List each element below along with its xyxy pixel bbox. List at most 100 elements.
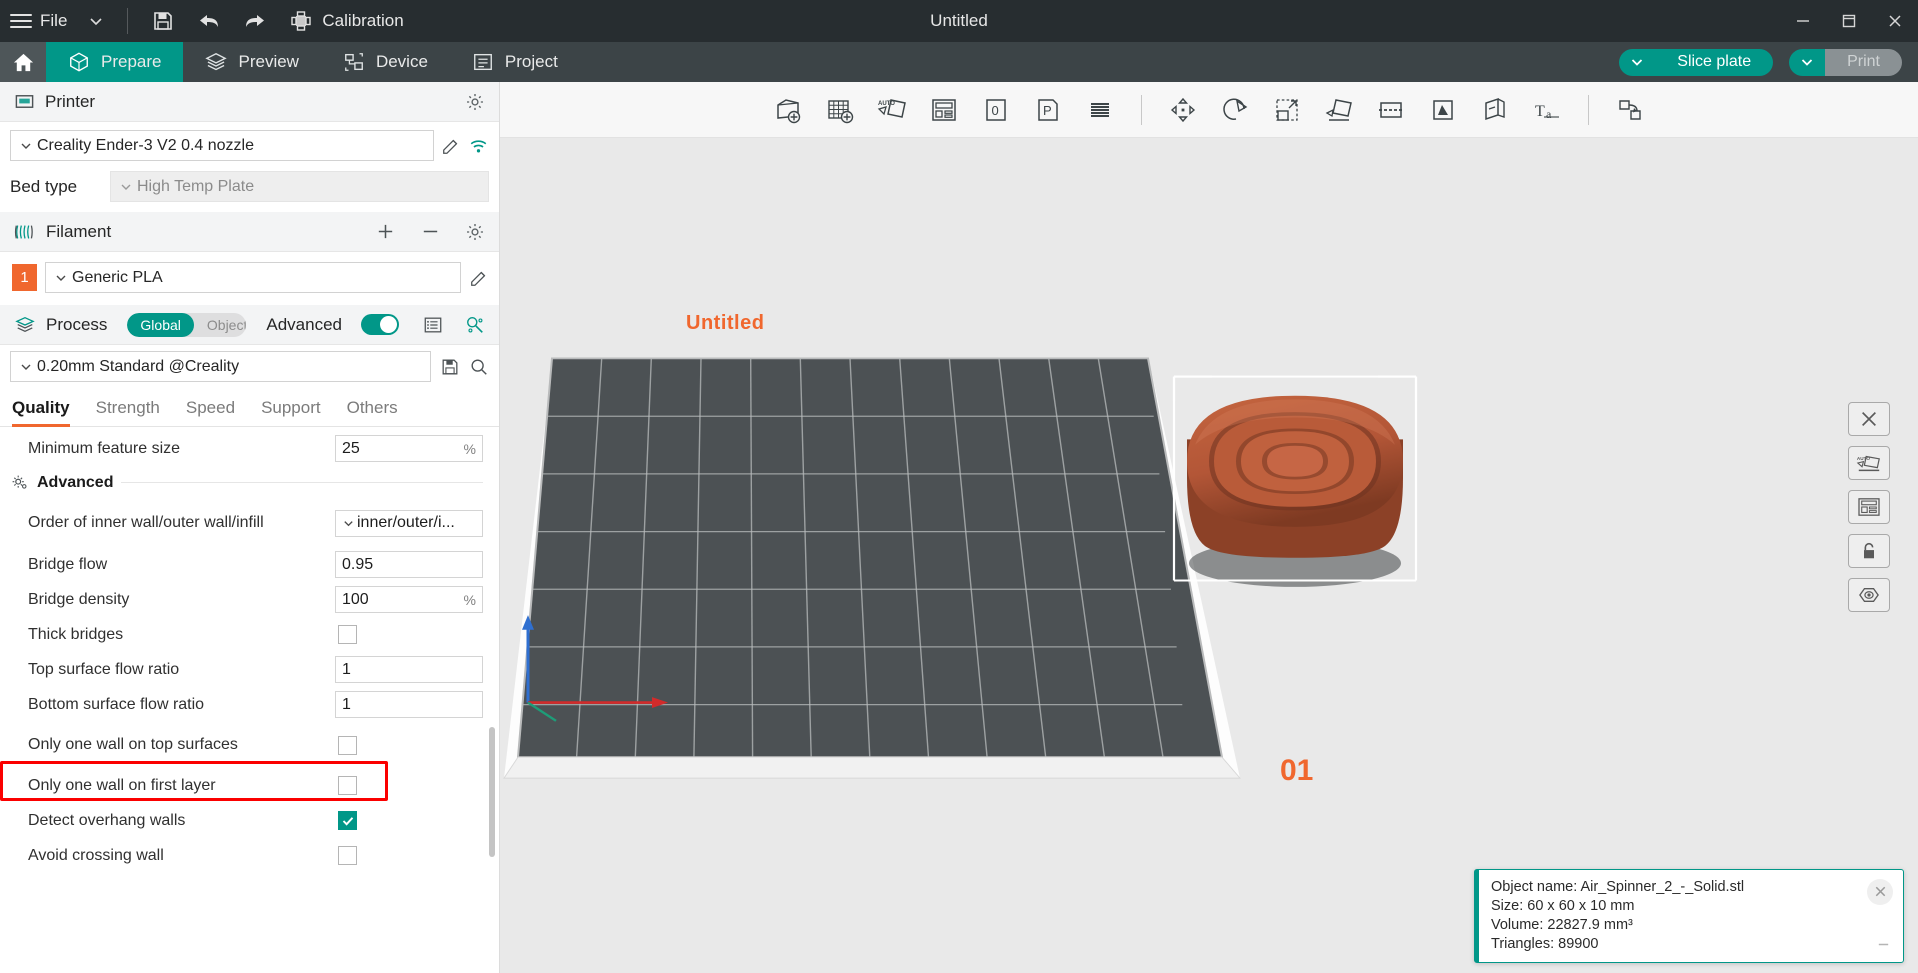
filament-preset-select[interactable]: Generic PLA — [45, 262, 461, 293]
tab-project[interactable]: Project — [450, 42, 580, 82]
minimum-feature-size-input[interactable]: 25 % — [335, 435, 483, 462]
file-menu-button[interactable]: File — [0, 0, 77, 42]
title-bar: File — [0, 0, 1918, 42]
remove-filament-button[interactable] — [420, 221, 441, 242]
gear-icon — [10, 473, 29, 492]
calibration-icon — [288, 8, 314, 34]
lock-object-icon[interactable] — [1848, 534, 1890, 568]
tab-others[interactable]: Others — [347, 398, 398, 427]
print-dropdown[interactable] — [1789, 49, 1825, 76]
parameter-list-icon[interactable] — [423, 315, 443, 335]
scope-objects-button[interactable]: Objects — [194, 313, 246, 337]
group-title: Advanced — [37, 474, 113, 492]
model-air-spinner[interactable] — [1174, 377, 1416, 587]
printer-settings-gear-icon[interactable] — [465, 92, 485, 112]
mesh-boolean-icon[interactable] — [1420, 88, 1466, 132]
checkbox-wrap — [335, 736, 483, 755]
add-text-icon[interactable]: Ta — [1524, 88, 1570, 132]
arrange-all-icon[interactable] — [921, 88, 967, 132]
add-plate-icon[interactable] — [817, 88, 863, 132]
undo-button[interactable] — [186, 0, 232, 42]
tab-device[interactable]: Device — [321, 42, 450, 82]
setting-label: Minimum feature size — [28, 439, 335, 459]
minimize-button[interactable] — [1780, 0, 1826, 42]
top-surface-flow-ratio-input[interactable]: 1 — [335, 656, 483, 683]
bridge-flow-input[interactable]: 0.95 — [335, 551, 483, 578]
process-preset-select[interactable]: 0.20mm Standard @Creality — [10, 351, 431, 382]
view-toolbar-items: AUTO 0 P — [765, 88, 1653, 132]
detect-overhang-walls-checkbox[interactable] — [338, 811, 357, 830]
add-object-icon[interactable] — [765, 88, 811, 132]
prime-tower-icon[interactable]: P — [1025, 88, 1071, 132]
setting-label: Bridge density — [28, 590, 335, 610]
split-object-icon[interactable] — [1848, 490, 1890, 524]
tab-prepare[interactable]: Prepare — [46, 42, 183, 82]
tab-quality[interactable]: Quality — [12, 398, 70, 427]
print-button[interactable]: Print — [1825, 49, 1902, 76]
only-one-wall-on-top-surfaces-checkbox[interactable] — [338, 736, 357, 755]
support-painting-icon[interactable] — [1472, 88, 1518, 132]
move-icon[interactable] — [1160, 88, 1206, 132]
scale-icon[interactable] — [1264, 88, 1310, 132]
menu-dropdown-button[interactable] — [77, 0, 115, 42]
checkbox-wrap — [335, 846, 483, 865]
tab-preview[interactable]: Preview — [183, 42, 320, 82]
plate-name-label: Untitled — [686, 312, 764, 335]
3d-view[interactable]: AUTO 0 P — [500, 82, 1918, 973]
main-body: Printer Creality Ender-3 V2 0.4 nozzle — [0, 82, 1918, 973]
visibility-icon[interactable] — [1848, 578, 1890, 612]
setting-value: inner/outer/i... — [357, 514, 455, 532]
maximize-button[interactable] — [1826, 0, 1872, 42]
calibration-button[interactable]: Calibration — [278, 0, 413, 42]
device-icon — [343, 51, 365, 73]
only-one-wall-on-first-layer-checkbox[interactable] — [338, 776, 357, 795]
search-settings-icon[interactable] — [469, 357, 489, 377]
settings-scrollbar[interactable] — [489, 727, 495, 857]
slice-plate-button[interactable]: Slice plate — [1655, 49, 1773, 76]
advanced-toggle[interactable] — [361, 314, 399, 335]
bottom-surface-flow-ratio-input[interactable]: 1 — [335, 691, 483, 718]
filament-settings-gear-icon[interactable] — [465, 222, 485, 242]
cut-icon[interactable] — [1368, 88, 1414, 132]
bed-type-select[interactable]: High Temp Plate — [110, 171, 489, 202]
edit-printer-icon[interactable] — [441, 136, 461, 156]
compare-presets-icon[interactable] — [465, 315, 485, 335]
redo-button[interactable] — [232, 0, 278, 42]
home-button[interactable] — [0, 42, 46, 82]
auto-orient-icon[interactable]: AUTO — [869, 88, 915, 132]
edit-filament-icon[interactable] — [469, 268, 489, 288]
tab-strength[interactable]: Strength — [96, 398, 160, 427]
3d-scene[interactable] — [500, 138, 1918, 973]
thick-bridges-checkbox[interactable] — [338, 625, 357, 644]
printer-preset-select[interactable]: Creality Ender-3 V2 0.4 nozzle — [10, 130, 434, 161]
scope-global-button[interactable]: Global — [127, 313, 193, 337]
auto-arrange-object-icon[interactable]: AUTO — [1848, 446, 1890, 480]
setting-label: Only one wall on top surfaces — [28, 735, 335, 755]
add-filament-button[interactable] — [375, 221, 396, 242]
order-of-walls-select[interactable]: inner/outer/i... — [335, 510, 483, 537]
tab-speed[interactable]: Speed — [186, 398, 235, 427]
rotate-icon[interactable] — [1212, 88, 1258, 132]
flushing-volume-icon[interactable] — [1077, 88, 1123, 132]
chevron-down-icon — [19, 360, 33, 374]
bridge-density-input[interactable]: 100 % — [335, 586, 483, 613]
close-button[interactable] — [1872, 0, 1918, 42]
svg-text:0: 0 — [992, 103, 999, 118]
assembly-icon[interactable] — [1607, 88, 1653, 132]
avoid-crossing-wall-checkbox[interactable] — [338, 846, 357, 865]
tab-support[interactable]: Support — [261, 398, 321, 427]
window-controls — [1780, 0, 1918, 42]
save-button[interactable] — [140, 0, 186, 42]
variable-layer-height-icon[interactable]: 0 — [973, 88, 1019, 132]
wifi-status-icon[interactable] — [468, 136, 489, 156]
filament-index-badge[interactable]: 1 — [12, 264, 37, 291]
slice-plate-dropdown[interactable] — [1619, 49, 1655, 76]
minimize-icon[interactable] — [1876, 937, 1891, 952]
close-icon[interactable] — [1867, 879, 1893, 905]
chevron-down-icon — [1799, 54, 1815, 70]
delete-object-icon[interactable] — [1848, 402, 1890, 436]
save-process-icon[interactable] — [440, 357, 460, 377]
chevron-down-icon — [54, 271, 68, 285]
lay-on-face-icon[interactable] — [1316, 88, 1362, 132]
process-scope-toggle: Global Objects — [127, 313, 246, 337]
